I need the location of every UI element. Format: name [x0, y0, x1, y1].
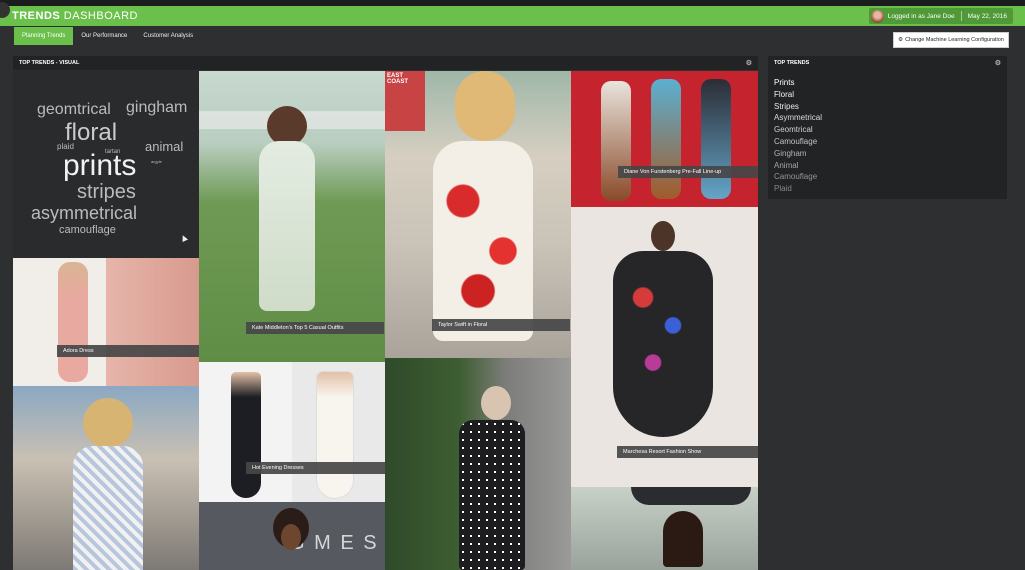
dress-graphic: [231, 372, 261, 498]
photo-tile-taylor-floral[interactable]: EAST COAST Taylor Swift in Floral: [385, 71, 571, 358]
dress-graphic: [259, 141, 315, 311]
person-hair-graphic: [455, 71, 515, 141]
top-trends-title: TOP TRENDS: [774, 60, 810, 66]
trend-item[interactable]: Camouflage: [774, 171, 1007, 183]
gear-icon: ⚙: [898, 37, 904, 43]
photo-tile-street[interactable]: [385, 358, 571, 570]
model-graphic: [601, 81, 631, 201]
trend-item[interactable]: Camouflage: [774, 136, 1007, 148]
app-title-rest: DASHBOARD: [63, 10, 138, 22]
app-title-bold: TRENDS: [12, 10, 61, 22]
trend-item[interactable]: Floral: [774, 89, 1007, 101]
top-trends-header: TOP TRENDS ⚙: [768, 56, 1007, 70]
photo-tile-dvf[interactable]: Diane Von Furstenberg Pre-Fall Line-up: [571, 71, 758, 207]
dress-graphic: [73, 446, 143, 570]
cloud-word-stripes: stripes: [77, 181, 136, 203]
trend-item[interactable]: Prints: [774, 77, 1007, 89]
model-graphic: [701, 79, 731, 199]
caption-evening: Hot Evening Dresses: [246, 462, 385, 474]
photo-tile-marchesa[interactable]: Marchesa Resort Fashion Show: [571, 207, 758, 487]
photo-tile-sunglasses[interactable]: [571, 487, 758, 570]
mouse-cursor-icon: [180, 234, 188, 242]
store-sign-text: EAST COAST: [387, 73, 408, 85]
photo-tile-event[interactable]: G M E S: [199, 502, 385, 570]
tab-planning-trends[interactable]: Planning Trends: [14, 27, 74, 45]
person-hair-graphic: [663, 511, 703, 567]
gear-icon[interactable]: ⚙: [746, 59, 752, 67]
tab-our-performance[interactable]: Our Performance: [73, 27, 135, 45]
dress-graphic: [317, 372, 353, 498]
app-title: TRENDS DASHBOARD: [12, 10, 138, 22]
trend-item[interactable]: Animal: [774, 160, 1007, 172]
cloud-word-animal: animal: [145, 139, 184, 154]
trend-item[interactable]: Stripes: [774, 101, 1007, 113]
cloud-word-camouflage: camouflage: [59, 224, 116, 236]
caption-adora: Adora Dress: [57, 345, 199, 357]
cloud-word-argyle: argyle: [151, 159, 162, 164]
ml-config-label: Change Machine Learning Configuration: [905, 37, 1004, 43]
trend-item[interactable]: Asymmetrical: [774, 112, 1007, 124]
logged-in-label: Logged in as Jane Doe: [887, 12, 955, 20]
date-label: May 22, 2016: [967, 12, 1007, 20]
caption-kate: Kate Middleton's Top 5 Casual Outfits: [246, 322, 384, 334]
model-graphic: [58, 262, 88, 382]
person-hair-graphic: [267, 106, 307, 146]
word-cloud: geomtrical gingham floral tartan plaid a…: [13, 71, 199, 258]
gear-icon[interactable]: ⚙: [995, 59, 1001, 67]
dress-graphic: [433, 141, 533, 341]
trend-item[interactable]: Plaid: [774, 183, 1007, 195]
trend-item[interactable]: Gingham: [774, 148, 1007, 160]
model-graphic: [651, 79, 681, 199]
caption-dvf: Diane Von Furstenberg Pre-Fall Line-up: [618, 166, 758, 178]
photo-tile-crowd[interactable]: [13, 386, 199, 570]
divider: [960, 11, 962, 21]
person-hair-graphic: [481, 386, 511, 420]
person-hair-graphic: [651, 221, 675, 251]
cloud-word-asymmetrical: asymmetrical: [31, 203, 138, 223]
photo-tile-kate[interactable]: Kate Middleton's Top 5 Casual Outfits: [199, 71, 385, 362]
visual-panel-header: TOP TRENDS - VISUAL ⚙: [13, 56, 758, 70]
nav-tabs: Planning Trends Our Performance Customer…: [14, 27, 201, 45]
storefront-graphic: EAST COAST: [385, 71, 425, 131]
trend-item[interactable]: Geomtrical: [774, 124, 1007, 136]
cloud-word-gingham: gingham: [126, 99, 188, 116]
cloud-word-geomtrical: geomtrical: [37, 101, 111, 118]
person-face-graphic: [281, 524, 301, 550]
top-trends-list: Prints Floral Stripes Asymmetrical Geomt…: [768, 69, 1007, 199]
photo-tile-evening[interactable]: Hot Evening Dresses: [199, 362, 385, 502]
ml-config-button[interactable]: ⚙ Change Machine Learning Configuration: [893, 32, 1009, 48]
umbrella-graphic: [631, 487, 751, 505]
gown-graphic: [613, 251, 713, 437]
tab-customer-analysis[interactable]: Customer Analysis: [135, 27, 201, 45]
user-info[interactable]: Logged in as Jane Doe May 22, 2016: [868, 8, 1013, 24]
outfit-graphic: [459, 420, 525, 570]
avatar: [870, 9, 884, 23]
caption-taylor: Taylor Swift in Floral: [432, 319, 570, 331]
photo-tile-adora[interactable]: Adora Dress: [13, 258, 199, 386]
caption-marchesa: Marchesa Resort Fashion Show: [617, 446, 758, 458]
app-logo-icon: [0, 2, 10, 18]
app-header: TRENDS DASHBOARD Logged in as Jane Doe M…: [0, 2, 1025, 26]
visual-panel-title: TOP TRENDS - VISUAL: [19, 60, 80, 66]
person-hair-graphic: [83, 398, 133, 448]
cloud-word-prints: prints: [63, 149, 137, 182]
